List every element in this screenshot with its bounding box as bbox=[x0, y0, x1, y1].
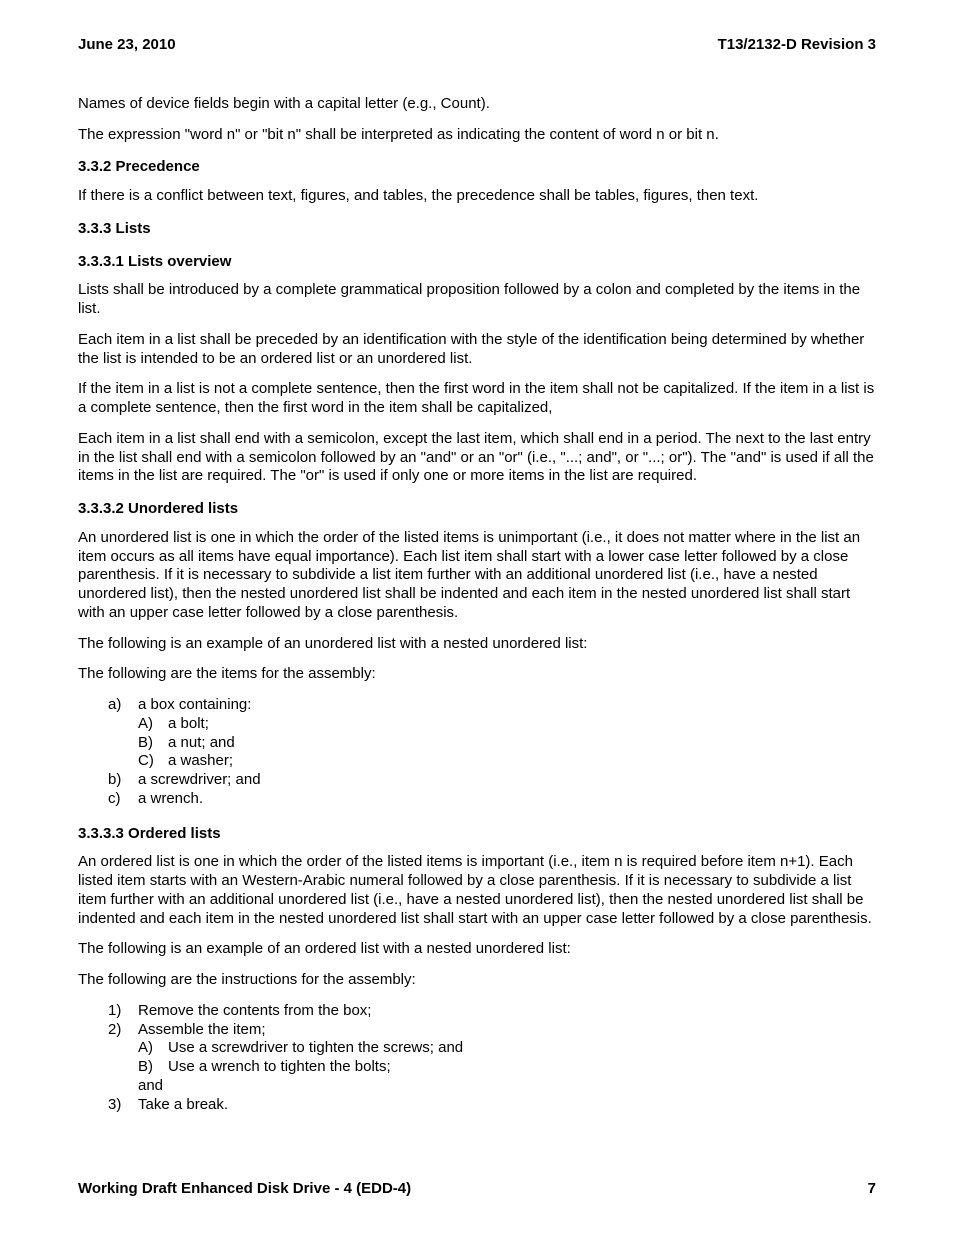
list-item: c) a wrench. bbox=[108, 790, 876, 809]
body-text: The following are the items for the asse… bbox=[78, 665, 876, 684]
list-item: 1) Remove the contents from the box; bbox=[108, 1002, 876, 1021]
list-marker: c) bbox=[108, 790, 138, 809]
header-date: June 23, 2010 bbox=[78, 36, 176, 55]
list-marker: B) bbox=[138, 734, 168, 753]
body-text: If there is a conflict between text, fig… bbox=[78, 187, 876, 206]
list-marker: B) bbox=[138, 1058, 168, 1077]
heading-3-3-3-3: 3.3.3.3 Ordered lists bbox=[78, 825, 876, 844]
list-marker: 2) bbox=[108, 1021, 138, 1040]
list-item: A) a bolt; bbox=[138, 715, 876, 734]
list-text: Use a screwdriver to tighten the screws;… bbox=[168, 1039, 463, 1058]
list-item: 2) Assemble the item; bbox=[108, 1021, 876, 1040]
list-marker: a) bbox=[108, 696, 138, 715]
list-marker: 1) bbox=[108, 1002, 138, 1021]
list-marker: A) bbox=[138, 1039, 168, 1058]
footer-page-number: 7 bbox=[868, 1180, 876, 1199]
page-header: June 23, 2010 T13/2132-D Revision 3 bbox=[78, 36, 876, 55]
heading-3-3-3-1: 3.3.3.1 Lists overview bbox=[78, 253, 876, 272]
list-text: a bolt; bbox=[168, 715, 209, 734]
body-text: If the item in a list is not a complete … bbox=[78, 380, 876, 418]
list-text: Assemble the item; bbox=[138, 1021, 266, 1040]
body-text: Lists shall be introduced by a complete … bbox=[78, 281, 876, 319]
list-item: B) a nut; and bbox=[138, 734, 876, 753]
body-text: The expression "word n" or "bit n" shall… bbox=[78, 126, 876, 145]
body-text: Names of device fields begin with a capi… bbox=[78, 95, 876, 114]
list-item: b) a screwdriver; and bbox=[108, 771, 876, 790]
page-footer: Working Draft Enhanced Disk Drive - 4 (E… bbox=[78, 1180, 876, 1199]
nested-list: A) Use a screwdriver to tighten the scre… bbox=[138, 1039, 876, 1095]
list-item: a) a box containing: bbox=[108, 696, 876, 715]
example-unordered-list: a) a box containing: A) a bolt; B) a nut… bbox=[108, 696, 876, 809]
body-text: The following are the instructions for t… bbox=[78, 971, 876, 990]
heading-3-3-3-2: 3.3.3.2 Unordered lists bbox=[78, 500, 876, 519]
list-text: Use a wrench to tighten the bolts; bbox=[168, 1058, 391, 1077]
list-text: Take a break. bbox=[138, 1096, 228, 1115]
list-item: 3) Take a break. bbox=[108, 1096, 876, 1115]
list-item: B) Use a wrench to tighten the bolts; bbox=[138, 1058, 876, 1077]
list-text: a wrench. bbox=[138, 790, 203, 809]
body-text: Each item in a list shall end with a sem… bbox=[78, 430, 876, 486]
body-text: Each item in a list shall be preceded by… bbox=[78, 331, 876, 369]
example-ordered-list: 1) Remove the contents from the box; 2) … bbox=[108, 1002, 876, 1115]
footer-title: Working Draft Enhanced Disk Drive - 4 (E… bbox=[78, 1180, 411, 1199]
list-text: a screwdriver; and bbox=[138, 771, 261, 790]
body-text: An unordered list is one in which the or… bbox=[78, 529, 876, 623]
list-marker: A) bbox=[138, 715, 168, 734]
header-docid: T13/2132-D Revision 3 bbox=[718, 36, 876, 55]
list-text: a nut; and bbox=[168, 734, 235, 753]
heading-3-3-2: 3.3.2 Precedence bbox=[78, 158, 876, 177]
list-item: C) a washer; bbox=[138, 752, 876, 771]
list-item: A) Use a screwdriver to tighten the scre… bbox=[138, 1039, 876, 1058]
list-text: a washer; bbox=[168, 752, 233, 771]
body-text: An ordered list is one in which the orde… bbox=[78, 853, 876, 928]
document-page: June 23, 2010 T13/2132-D Revision 3 Name… bbox=[0, 0, 954, 1235]
body-text: The following is an example of an unorde… bbox=[78, 635, 876, 654]
list-marker: b) bbox=[108, 771, 138, 790]
list-conjunction: and bbox=[138, 1077, 876, 1096]
body-text: The following is an example of an ordere… bbox=[78, 940, 876, 959]
list-text: Remove the contents from the box; bbox=[138, 1002, 371, 1021]
nested-list: A) a bolt; B) a nut; and C) a washer; bbox=[138, 715, 876, 771]
list-text: a box containing: bbox=[138, 696, 251, 715]
list-marker: 3) bbox=[108, 1096, 138, 1115]
list-marker: C) bbox=[138, 752, 168, 771]
heading-3-3-3: 3.3.3 Lists bbox=[78, 220, 876, 239]
